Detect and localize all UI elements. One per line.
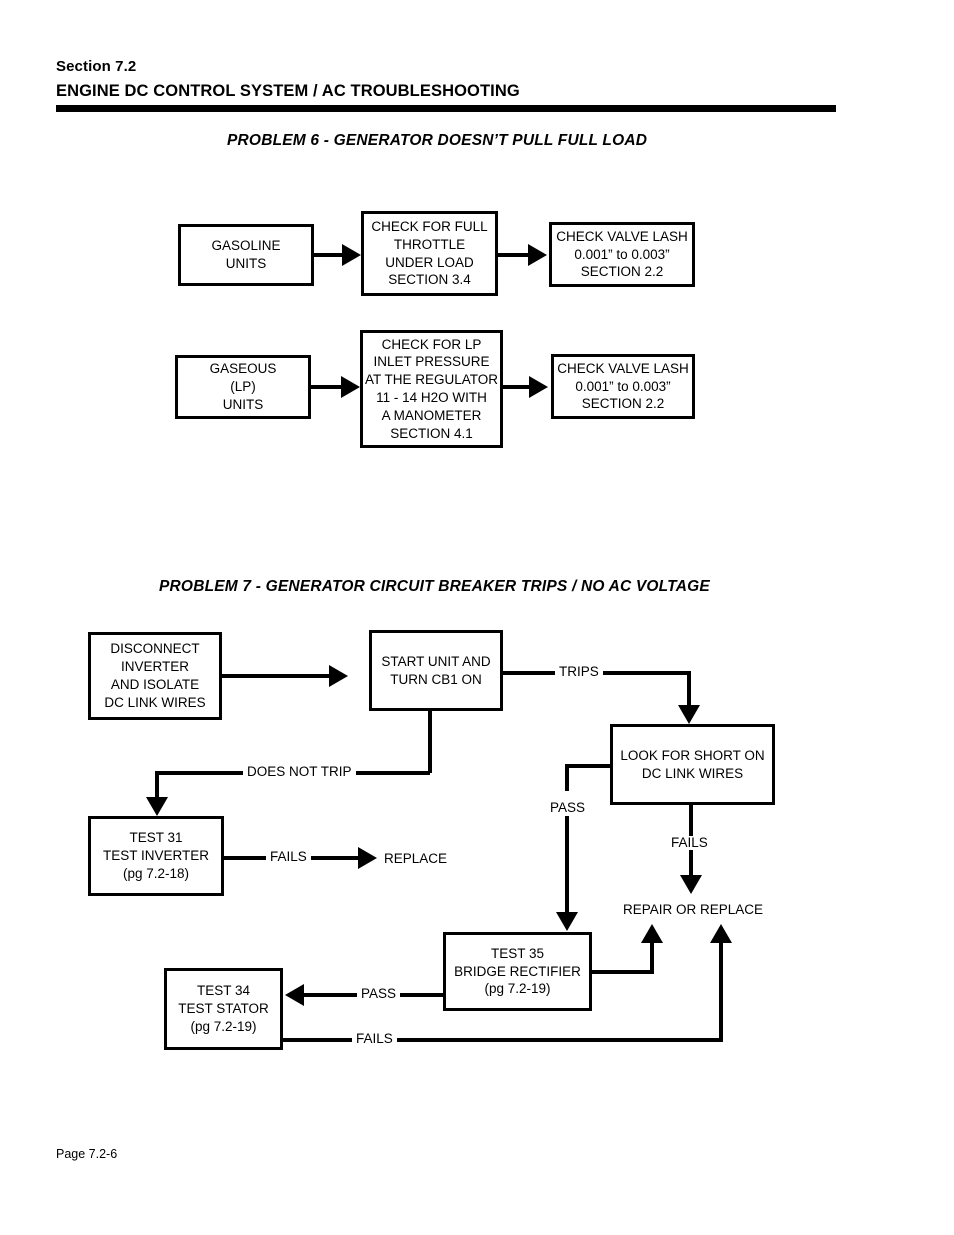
box-disconnect-inverter: DISCONNECT INVERTER AND ISOLATE DC LINK …: [88, 632, 222, 720]
box-line: DISCONNECT: [110, 641, 200, 657]
connector-test34-fails-vertical: [719, 941, 723, 1040]
box-check-lp-inlet-pressure: CHECK FOR LP INLET PRESSURE AT THE REGUL…: [360, 330, 503, 448]
arrowhead-throttle-to-valvelash: [528, 244, 547, 266]
box-line: UNITS: [225, 256, 267, 271]
box-line: (pg 7.2-18): [122, 865, 190, 881]
arrowhead-test34-into-repairorreplace: [710, 924, 732, 943]
box-line: SECTION 4.1: [390, 425, 473, 441]
connector-pass-short-vertical: [565, 764, 569, 791]
connector-test34-fails-horizontal: [283, 1038, 723, 1042]
edge-label-fails-inverter: FAILS: [266, 850, 311, 864]
box-line: (pg 7.2-19): [190, 1018, 257, 1034]
edge-label-fails-short: FAILS: [667, 836, 712, 850]
box-line: (LP): [230, 379, 256, 395]
box-gaseous-lp-units: GASEOUS (LP) UNITS: [175, 355, 311, 419]
terminal-replace: REPLACE: [384, 851, 448, 866]
box-line: UNDER LOAD: [385, 254, 474, 270]
box-line: CHECK FOR FULL: [371, 218, 488, 234]
arrowhead-gasoline-to-throttle: [342, 244, 361, 266]
box-test-35-bridge-rectifier: TEST 35 BRIDGE RECTIFIER (pg 7.2-19): [443, 932, 592, 1011]
box-line: TEST 31: [129, 830, 183, 846]
box-line: TEST 35: [490, 945, 545, 961]
header-section-number: Section 7.2: [56, 58, 137, 75]
box-line: TEST 34: [196, 983, 251, 999]
arrowhead-test35-into-repairorreplace: [641, 924, 663, 943]
box-line: START UNIT AND: [381, 653, 491, 669]
arrowhead-pass-into-test35: [556, 912, 578, 931]
box-line: AND ISOLATE: [110, 677, 200, 692]
box-line: 0.001” to 0.003”: [574, 246, 670, 262]
box-start-unit-cb1: START UNIT AND TURN CB1 ON: [369, 630, 503, 711]
box-line: DC LINK WIRES: [104, 694, 206, 710]
box-line: THROTTLE: [393, 236, 466, 252]
edge-label-trips: TRIPS: [555, 665, 603, 679]
box-line: LOOK FOR SHORT ON: [620, 747, 765, 763]
box-check-full-throttle: CHECK FOR FULL THROTTLE UNDER LOAD SECTI…: [361, 211, 498, 296]
edge-label-does-not-trip: DOES NOT TRIP: [243, 765, 356, 779]
box-line: TEST INVERTER: [102, 848, 210, 864]
box-line: BRIDGE RECTIFIER: [454, 963, 581, 979]
box-line: TEST STATOR: [178, 1001, 269, 1017]
edge-label-pass-short: PASS: [546, 801, 590, 815]
box-check-valve-lash-gasoline: CHECK VALVE LASH 0.001” to 0.003” SECTIO…: [549, 222, 695, 287]
connector-lpinlet-to-valvelash: [503, 385, 532, 389]
box-line: (pg 7.2-19): [484, 981, 551, 997]
box-line: AT THE REGULATOR: [364, 372, 499, 388]
connector-disconnect-to-startunit: [222, 674, 332, 678]
header-title: ENGINE DC CONTROL SYSTEM / AC TROUBLESHO…: [56, 82, 520, 100]
connector-pass-short-horizontal: [565, 764, 612, 768]
connector-throttle-to-valvelash: [498, 253, 531, 257]
box-line: CHECK VALVE LASH: [556, 228, 688, 244]
box-line: INLET PRESSURE: [373, 354, 490, 370]
connector-gaseous-to-lpinlet: [311, 385, 344, 389]
box-gasoline-units: GASOLINE UNITS: [178, 224, 314, 286]
connector-doesnottrip-vertical-to-test31: [155, 771, 159, 800]
connector-doesnottrip-vertical-from-startunit: [428, 711, 432, 773]
box-line: CHECK VALVE LASH: [557, 360, 689, 376]
box-line: SECTION 3.4: [388, 272, 471, 288]
box-check-valve-lash-lp: CHECK VALVE LASH 0.001” to 0.003” SECTIO…: [551, 354, 695, 419]
box-line: UNITS: [222, 396, 264, 412]
arrowhead-test31-to-replace: [358, 847, 377, 869]
box-line: CHECK FOR LP: [381, 336, 482, 352]
edge-label-fails-stator: FAILS: [352, 1032, 397, 1046]
box-line: GASEOUS: [209, 361, 277, 377]
connector-test35-right-horizontal: [592, 970, 654, 974]
box-line: INVERTER: [120, 659, 189, 675]
box-line: SECTION 2.2: [581, 396, 665, 412]
box-line: 0.001” to 0.003”: [575, 378, 671, 394]
arrowhead-test35-to-test34: [285, 984, 304, 1006]
box-line: 11 - 14 H2O WITH: [376, 390, 487, 405]
problem-7-title: PROBLEM 7 - GENERATOR CIRCUIT BREAKER TR…: [159, 578, 710, 595]
connector-test35-right-vertical: [650, 941, 654, 972]
box-line: DC LINK WIRES: [641, 765, 744, 781]
manual-page: Section 7.2 ENGINE DC CONTROL SYSTEM / A…: [0, 0, 954, 1235]
connector-pass-short-long-vertical: [565, 816, 569, 915]
box-look-for-short: LOOK FOR SHORT ON DC LINK WIRES: [610, 724, 775, 805]
arrowhead-gaseous-to-lpinlet: [341, 376, 360, 398]
box-line: A MANOMETER: [381, 407, 482, 423]
box-line: GASOLINE: [211, 238, 281, 254]
problem-6-title: PROBLEM 6 - GENERATOR DOESN’T PULL FULL …: [227, 132, 648, 149]
arrowhead-fails-into-repairorreplace: [680, 875, 702, 894]
footer-page-number: Page 7.2-6: [56, 1147, 118, 1161]
arrowhead-trips-into-lookforshort: [678, 705, 700, 724]
arrowhead-doesnottrip-into-test31: [146, 797, 168, 816]
connector-trips-vertical: [687, 671, 691, 709]
box-line: TURN CB1 ON: [390, 671, 482, 687]
edge-label-pass-rectifier: PASS: [357, 987, 401, 1001]
box-line: SECTION 2.2: [580, 264, 664, 280]
terminal-repair-or-replace: REPAIR OR REPLACE: [623, 902, 764, 917]
arrowhead-lpinlet-to-valvelash: [529, 376, 548, 398]
arrowhead-disconnect-to-startunit: [329, 665, 348, 687]
box-test-34-stator: TEST 34 TEST STATOR (pg 7.2-19): [164, 968, 283, 1050]
header-divider-rule: [56, 105, 836, 112]
box-test-31-inverter: TEST 31 TEST INVERTER (pg 7.2-18): [88, 816, 224, 896]
